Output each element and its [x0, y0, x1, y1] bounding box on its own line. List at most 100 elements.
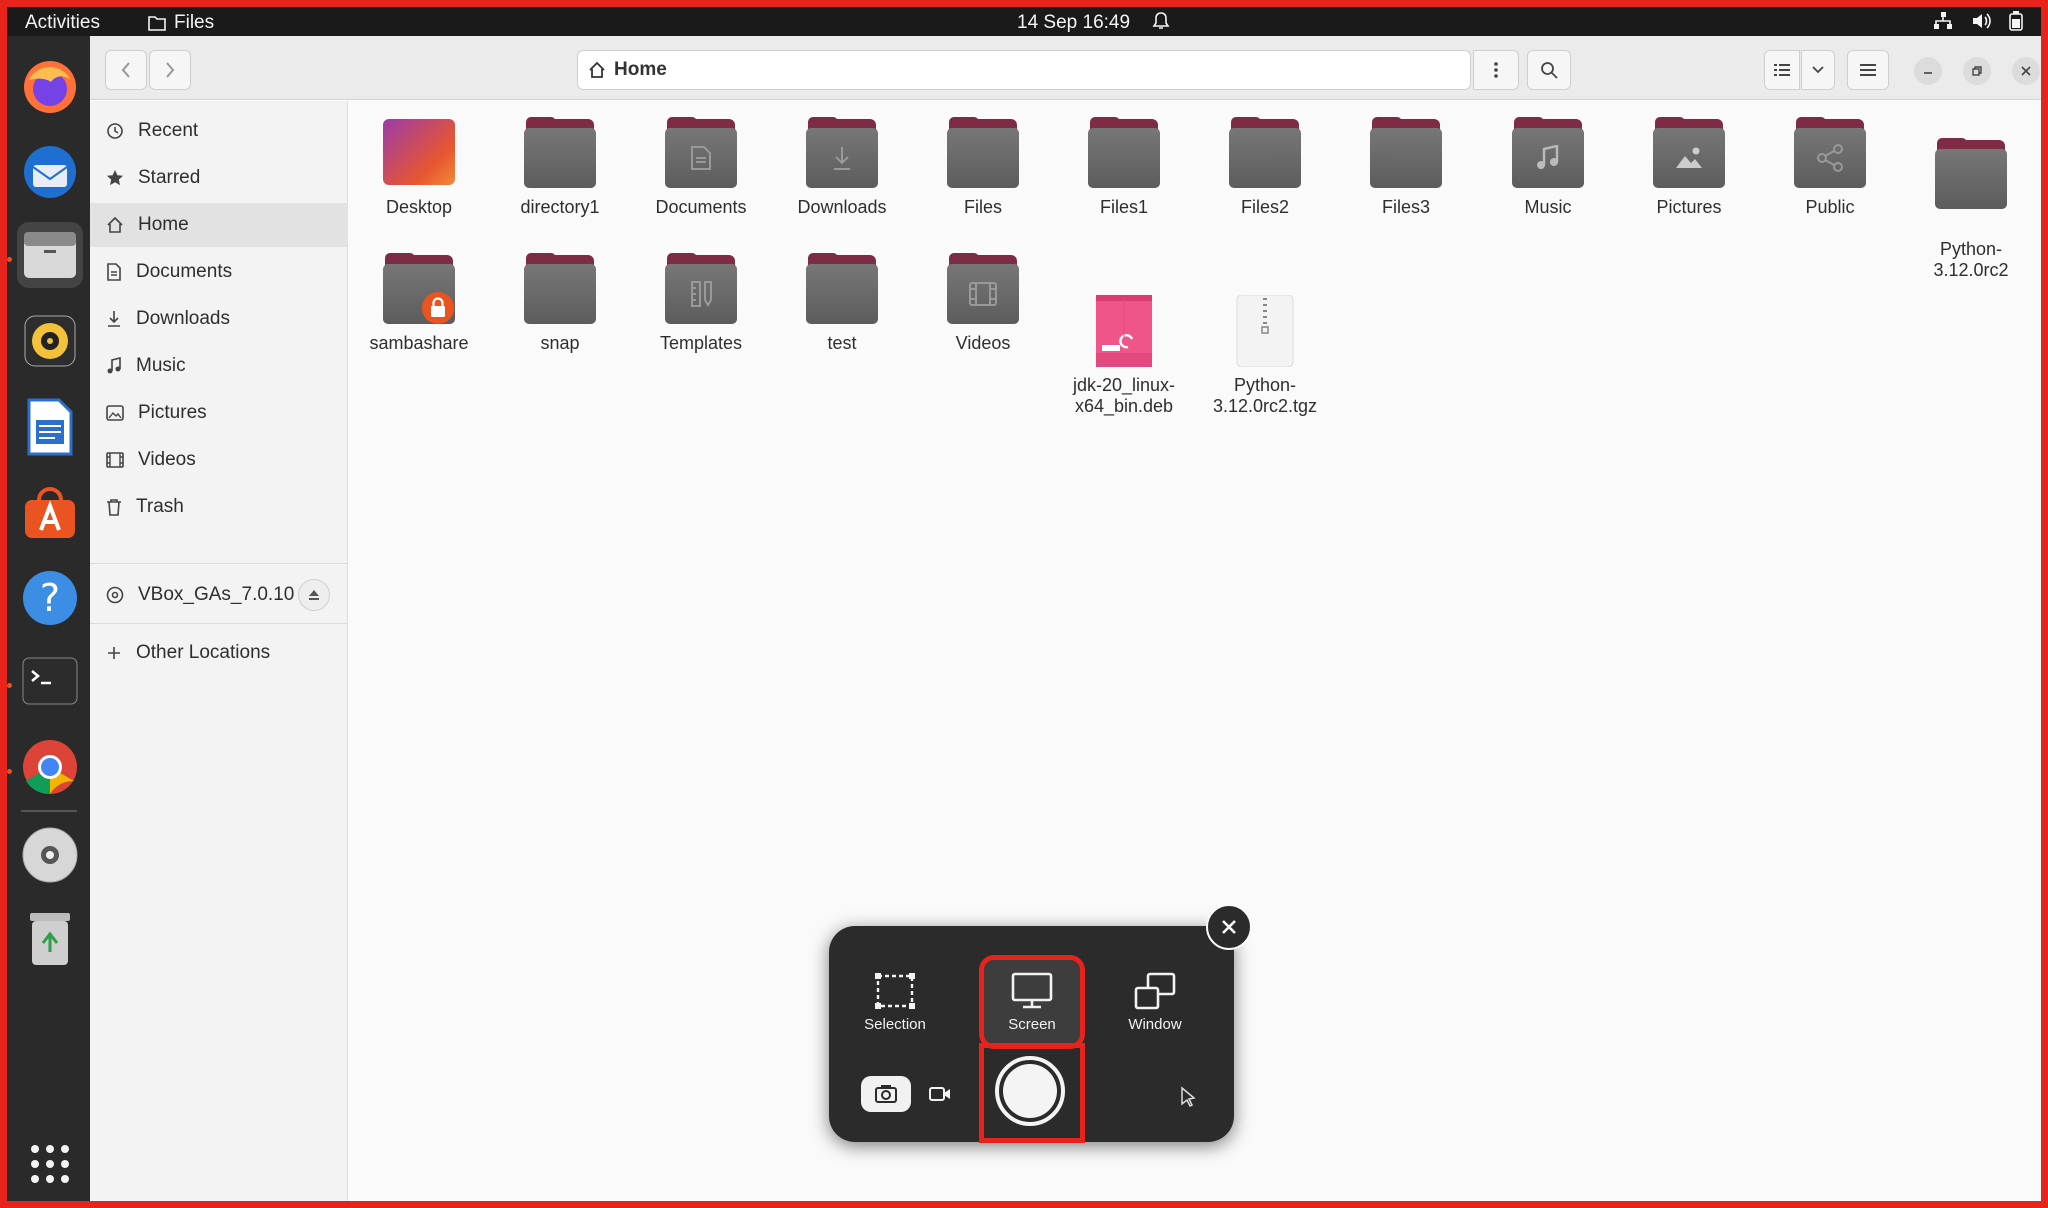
file-item-templates[interactable]: Templates	[631, 253, 771, 354]
star-icon	[107, 170, 123, 186]
file-item-pictures[interactable]: Pictures	[1619, 117, 1759, 218]
running-indicator	[7, 769, 12, 774]
sidebar-item-label: Recent	[138, 120, 199, 141]
writer-icon[interactable]	[17, 394, 83, 460]
firefox-icon[interactable]	[17, 54, 83, 120]
rhythmbox-icon[interactable]	[17, 308, 83, 374]
thunderbird-icon[interactable]	[17, 139, 83, 205]
app-menu[interactable]: Files	[148, 12, 214, 34]
file-item-directory1[interactable]: directory1	[490, 117, 630, 218]
kebab-menu-icon	[1494, 62, 1498, 78]
trash-icon[interactable]	[17, 907, 83, 973]
file-item-documents[interactable]: Documents	[631, 117, 771, 218]
terminal-icon[interactable]	[17, 648, 83, 714]
forward-button[interactable]	[149, 50, 191, 90]
file-item-sambashare[interactable]: sambashare	[349, 253, 489, 354]
file-item-files[interactable]: Files	[913, 117, 1053, 218]
file-item-python-dir[interactable]: Python- 3.12.0rc2	[1901, 117, 2041, 302]
eject-button[interactable]	[298, 579, 330, 611]
back-button[interactable]	[105, 50, 147, 90]
sidebar-item-home[interactable]: Home	[90, 203, 348, 247]
close-window-button[interactable]	[2012, 57, 2040, 85]
sidebar-item-music[interactable]: Music	[90, 344, 348, 388]
folder-icon	[148, 16, 166, 31]
view-options-button[interactable]	[1801, 50, 1835, 90]
dock-separator	[21, 810, 77, 812]
window-mode-button[interactable]: Window	[1107, 960, 1203, 1044]
file-item-public[interactable]: Public	[1760, 117, 1900, 218]
screencast-toggle-button[interactable]	[925, 1076, 955, 1112]
minimize-icon	[1924, 72, 1932, 74]
sidebar-item-downloads[interactable]: Downloads	[90, 297, 348, 341]
sidebar-item-label: Videos	[138, 449, 196, 470]
dock: ?	[7, 36, 90, 1201]
file-label: test	[827, 333, 857, 353]
search-icon	[1541, 62, 1558, 79]
path-bar[interactable]: Home	[577, 50, 1471, 90]
path-menu-button[interactable]	[1473, 50, 1519, 90]
header-bar: Home	[90, 36, 2041, 100]
file-label: Downloads	[797, 197, 887, 217]
screen-mode-button[interactable]: Screen	[979, 955, 1085, 1049]
file-item-files2[interactable]: Files2	[1195, 117, 1335, 218]
folder-icon	[1229, 117, 1301, 189]
help-icon[interactable]: ?	[17, 565, 83, 631]
folder-icon	[1370, 117, 1442, 189]
minimize-button[interactable]	[1914, 57, 1942, 85]
file-label: Music	[1524, 197, 1572, 217]
file-item-files1[interactable]: Files1	[1054, 117, 1194, 218]
selection-mode-button[interactable]: Selection	[847, 960, 943, 1044]
sidebar-item-other-locations[interactable]: Other Locations	[90, 631, 348, 675]
file-item-downloads[interactable]: Downloads	[772, 117, 912, 218]
sidebar-item-trash[interactable]: Trash	[90, 485, 348, 529]
camera-icon	[875, 1085, 897, 1103]
sidebar-item-videos[interactable]: Videos	[90, 438, 348, 482]
app-center-icon[interactable]	[17, 480, 83, 546]
file-label: Pictures	[1656, 197, 1722, 217]
screenshot-toggle-button[interactable]	[861, 1076, 911, 1112]
file-label: Public	[1805, 197, 1855, 217]
pointer-icon[interactable]	[1180, 1086, 1196, 1108]
system-tray[interactable]	[1933, 11, 2023, 31]
app-grid-icon[interactable]	[17, 1131, 83, 1197]
chrome-icon[interactable]	[17, 734, 83, 800]
file-item-snap[interactable]: snap	[490, 253, 630, 354]
close-screenshot-button[interactable]	[1206, 904, 1252, 950]
clock[interactable]: 14 Sep 16:49	[1017, 12, 1130, 34]
view-toggle-button[interactable]	[1764, 50, 1800, 90]
restore-button[interactable]	[1963, 57, 1991, 85]
file-item-videos[interactable]: Videos	[913, 253, 1053, 354]
sidebar-item-documents[interactable]: Documents	[90, 250, 348, 294]
pictures-folder-icon	[1653, 117, 1725, 189]
file-item-files3[interactable]: Files3	[1336, 117, 1476, 218]
file-item-music[interactable]: Music	[1478, 117, 1618, 218]
file-label: sambashare	[369, 333, 469, 353]
file-label: Python- 3.12.0rc2	[1933, 239, 2009, 280]
file-label: Files3	[1381, 197, 1430, 217]
sidebar-item-recent[interactable]: Recent	[90, 109, 348, 153]
capture-button[interactable]	[995, 1056, 1065, 1126]
notification-bell-icon[interactable]	[1152, 11, 1170, 37]
svg-text:?: ?	[40, 576, 60, 620]
document-icon	[107, 263, 121, 281]
disc-icon[interactable]	[17, 822, 83, 888]
list-view-icon	[1774, 64, 1790, 76]
file-item-test[interactable]: test	[772, 253, 912, 354]
file-item-python-tgz[interactable]: Python- 3.12.0rc2.tgz	[1195, 253, 1335, 438]
file-item-desktop[interactable]: Desktop	[349, 117, 489, 218]
file-item-jdk-deb[interactable]: jdk-20_linux- x64_bin.deb	[1054, 253, 1194, 438]
sidebar-item-pictures[interactable]: Pictures	[90, 391, 348, 435]
sidebar-item-starred[interactable]: Starred	[90, 156, 348, 200]
search-button[interactable]	[1527, 50, 1571, 90]
templates-folder-icon	[665, 253, 737, 325]
sidebar-item-device[interactable]: VBox_GAs_7.0.10	[90, 573, 348, 617]
file-label: snap	[540, 333, 580, 353]
files-icon[interactable]	[17, 222, 83, 288]
sidebar-separator	[90, 563, 348, 564]
battery-icon	[2009, 11, 2023, 31]
activities-button[interactable]: Activities	[25, 12, 100, 34]
sidebar-item-label: Home	[138, 214, 189, 235]
main-menu-button[interactable]	[1847, 50, 1889, 90]
file-label: Documents	[655, 197, 747, 217]
folder-icon	[806, 253, 878, 325]
